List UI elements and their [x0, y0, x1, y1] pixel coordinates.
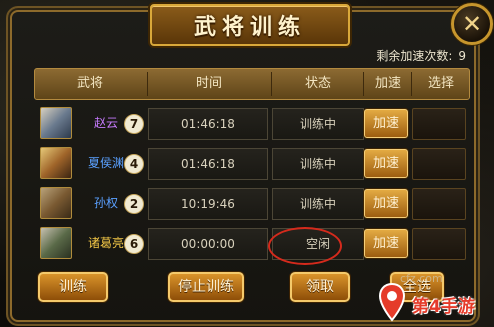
table-row: 诸葛亮 6 00:00:00 空闲 加速: [34, 224, 468, 262]
general-level-badge: 2: [124, 194, 144, 214]
table-row: 夏侯渊 4 01:46:18 训练中 加速: [34, 144, 468, 182]
speedup-button[interactable]: 加速: [364, 229, 408, 258]
location-pin-icon: [378, 282, 406, 322]
training-status: 训练中: [272, 108, 364, 140]
header-select: 选择: [427, 76, 454, 91]
general-portrait: [40, 147, 72, 179]
header-divider: [363, 72, 364, 96]
close-icon: ✕: [461, 10, 483, 38]
select-checkbox[interactable]: [412, 108, 466, 140]
dialog-title: 武将训练: [193, 14, 306, 40]
header-speed: 加速: [374, 76, 401, 91]
general-level-badge: 7: [124, 114, 144, 134]
training-status: 训练中: [272, 148, 364, 180]
training-time: 01:46:18: [148, 108, 268, 140]
header-divider: [147, 72, 148, 96]
general-portrait: [40, 227, 72, 259]
train-button[interactable]: 训练: [38, 272, 108, 302]
training-time: 00:00:00: [148, 228, 268, 260]
header-divider: [271, 72, 272, 96]
badge-text: 第4手游: [412, 297, 475, 317]
speedup-button[interactable]: 加速: [364, 109, 408, 138]
stop-training-button[interactable]: 停止训练: [168, 272, 244, 302]
close-button[interactable]: ✕: [451, 3, 493, 45]
table-header: 武将 时间 状态 加速 选择: [34, 68, 470, 100]
select-checkbox[interactable]: [412, 228, 466, 260]
title-bar: 武将训练: [150, 4, 350, 46]
claim-button[interactable]: 领取: [290, 272, 350, 302]
header-time: 时间: [195, 76, 222, 91]
speedup-counter: 剩余加速次数: 9: [376, 47, 466, 64]
header-divider: [411, 72, 412, 96]
idle-status-highlight: [268, 227, 342, 265]
training-status: 训练中: [272, 188, 364, 220]
general-portrait: [40, 107, 72, 139]
table-row: 赵云 7 01:46:18 训练中 加速: [34, 104, 468, 142]
training-table: 武将 时间 状态 加速 选择 赵云 7 01:46:18 训练中 加速 夏侯渊 …: [34, 68, 470, 268]
header-status: 状态: [304, 76, 331, 91]
training-time: 01:46:18: [148, 148, 268, 180]
training-time: 10:19:46: [148, 188, 268, 220]
select-checkbox[interactable]: [412, 188, 466, 220]
speedup-button[interactable]: 加速: [364, 189, 408, 218]
speedup-counter-value: 9: [458, 49, 466, 63]
site-badge: 第4手游: [378, 282, 492, 325]
general-portrait: [40, 187, 72, 219]
general-level-badge: 4: [124, 154, 144, 174]
speedup-counter-label: 剩余加速次数:: [376, 49, 453, 63]
select-checkbox[interactable]: [412, 148, 466, 180]
header-general: 武将: [76, 76, 103, 91]
general-level-badge: 6: [124, 234, 144, 254]
speedup-button[interactable]: 加速: [364, 149, 408, 178]
table-row: 孙权 2 10:19:46 训练中 加速: [34, 184, 468, 222]
